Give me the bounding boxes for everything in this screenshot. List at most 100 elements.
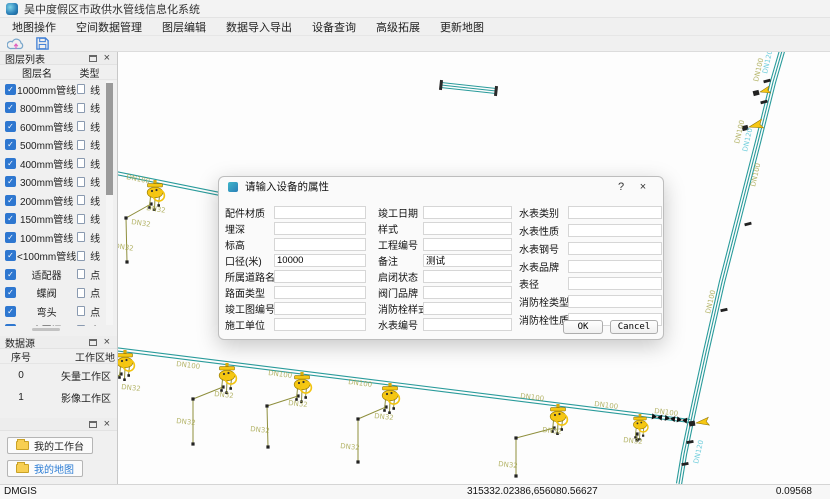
form-field: 阀门品牌	[378, 284, 512, 300]
layer-visibility-checkbox[interactable]	[5, 139, 16, 150]
field-input[interactable]	[568, 260, 662, 273]
map-canvas[interactable]: DN100DN32DN32DN32DN100DN100DN100DN100DN1…	[118, 52, 830, 484]
field-input[interactable]	[423, 318, 512, 331]
field-input[interactable]	[568, 224, 662, 237]
field-input[interactable]	[568, 277, 662, 290]
menu-item[interactable]: 设备查询	[304, 18, 364, 36]
menu-item[interactable]: 空间数据管理	[68, 18, 150, 36]
field-input[interactable]	[274, 270, 366, 283]
layer-row[interactable]: 100mm管线 线	[0, 228, 117, 247]
save-button[interactable]	[32, 36, 52, 52]
field-input[interactable]	[568, 295, 662, 308]
layers-table-header: 图层名 类型	[0, 65, 117, 80]
layer-row[interactable]: 500mm管线 线	[0, 136, 117, 155]
svg-text:DN32: DN32	[131, 218, 151, 229]
layer-visibility-checkbox[interactable]	[5, 232, 16, 243]
datasource-row[interactable]: 1 影像工作区	[0, 386, 117, 408]
ok-button[interactable]: OK	[563, 320, 603, 334]
menu-item[interactable]: 数据导入导出	[218, 18, 300, 36]
float-panel-icon[interactable]	[89, 55, 97, 62]
close-panel-icon[interactable]: ×	[104, 337, 110, 347]
layers-panel: 图层列表 × 图层名 类型 1000mm管线 线	[0, 52, 117, 336]
field-input[interactable]	[274, 302, 366, 315]
field-input[interactable]	[274, 318, 366, 331]
layer-visibility-checkbox[interactable]	[5, 250, 16, 261]
menu-item[interactable]: 图层编辑	[154, 18, 214, 36]
layer-visibility-checkbox[interactable]	[5, 102, 16, 113]
layer-visibility-checkbox[interactable]	[5, 306, 16, 317]
layer-type: 线	[85, 174, 105, 189]
layer-visibility-checkbox[interactable]	[5, 324, 16, 326]
workspace-button[interactable]: 我的工作台	[7, 437, 93, 454]
layer-name: 200mm管线	[16, 193, 77, 208]
menu-item[interactable]: 高级拓展	[368, 18, 428, 36]
layer-row[interactable]: 800mm管线 线	[0, 99, 117, 118]
field-input[interactable]	[274, 238, 366, 251]
cancel-button[interactable]: Cancel	[610, 320, 658, 334]
field-label: 竣工图编号	[225, 301, 274, 316]
layer-row[interactable]: 600mm管线 线	[0, 117, 117, 136]
layer-type: 点	[85, 322, 105, 326]
layer-visibility-checkbox[interactable]	[5, 158, 16, 169]
layer-row[interactable]: 止回阀 点	[0, 321, 117, 327]
layer-row[interactable]: 蝶阀 点	[0, 284, 117, 303]
layer-name: 1000mm管线	[16, 82, 77, 97]
layer-visibility-checkbox[interactable]	[5, 213, 16, 224]
layer-type: 线	[85, 100, 105, 115]
layer-row[interactable]: 150mm管线 线	[0, 210, 117, 229]
float-panel-icon[interactable]	[89, 421, 97, 428]
close-panel-icon[interactable]: ×	[104, 419, 110, 429]
datasource-row[interactable]: 0 矢量工作区	[0, 364, 117, 386]
svg-text:DN32: DN32	[498, 460, 518, 470]
layer-row[interactable]: 1000mm管线 线	[0, 80, 117, 99]
workspace-button[interactable]: 我的地图	[7, 460, 83, 477]
svg-text:DN32: DN32	[340, 442, 360, 452]
field-input[interactable]	[423, 222, 512, 235]
float-panel-icon[interactable]	[89, 339, 97, 346]
layer-row[interactable]: 300mm管线 线	[0, 173, 117, 192]
layer-row[interactable]: 200mm管线 线	[0, 191, 117, 210]
menu-item[interactable]: 地图操作	[4, 18, 64, 36]
cloud-upload-button[interactable]	[6, 36, 26, 52]
layer-visibility-checkbox[interactable]	[5, 121, 16, 132]
close-panel-icon[interactable]: ×	[104, 53, 110, 63]
layer-type: 点	[85, 285, 105, 300]
sidebar: 图层列表 × 图层名 类型 1000mm管线 线	[0, 52, 118, 484]
panel-splitter[interactable]	[32, 328, 60, 331]
layer-row[interactable]: 适配器 点	[0, 265, 117, 284]
dialog-close-button[interactable]: ×	[632, 181, 654, 193]
field-input[interactable]	[423, 238, 512, 251]
layer-visibility-checkbox[interactable]	[5, 269, 16, 280]
svg-text:DN32: DN32	[250, 425, 270, 435]
field-input[interactable]	[274, 286, 366, 299]
field-input[interactable]	[423, 270, 512, 283]
field-input[interactable]	[274, 222, 366, 235]
field-input[interactable]	[568, 206, 662, 219]
field-input[interactable]	[274, 206, 366, 219]
layer-visibility-checkbox[interactable]	[5, 84, 16, 95]
field-input[interactable]	[423, 286, 512, 299]
field-input[interactable]	[423, 206, 512, 219]
dialog-title: 请输入设备的属性	[245, 179, 610, 194]
field-input[interactable]	[423, 302, 512, 315]
layer-row[interactable]: <100mm管线 线	[0, 247, 117, 266]
datasource-panel-title: 数据源	[5, 335, 89, 350]
field-input[interactable]	[423, 254, 512, 267]
layer-row[interactable]: 400mm管线 线	[0, 154, 117, 173]
field-label: 埋深	[225, 221, 274, 236]
field-input[interactable]	[568, 242, 662, 255]
layer-visibility-checkbox[interactable]	[5, 287, 16, 298]
workspace-panel-titlebar: ×	[0, 418, 117, 431]
form-field: 竣工图编号	[225, 300, 366, 316]
field-label: 所属道路名	[225, 269, 274, 284]
layer-visibility-checkbox[interactable]	[5, 195, 16, 206]
layer-visibility-checkbox[interactable]	[5, 176, 16, 187]
layer-name: <100mm管线	[16, 248, 77, 263]
dialog-help-button[interactable]: ?	[610, 181, 632, 193]
menu-item[interactable]: 更新地图	[432, 18, 492, 36]
layers-scrollbar[interactable]	[106, 81, 113, 325]
field-input[interactable]	[274, 254, 366, 267]
layer-row[interactable]: 弯头 点	[0, 302, 117, 321]
field-label: 水表类别	[519, 205, 568, 220]
layers-scrollbar-thumb[interactable]	[106, 83, 113, 195]
